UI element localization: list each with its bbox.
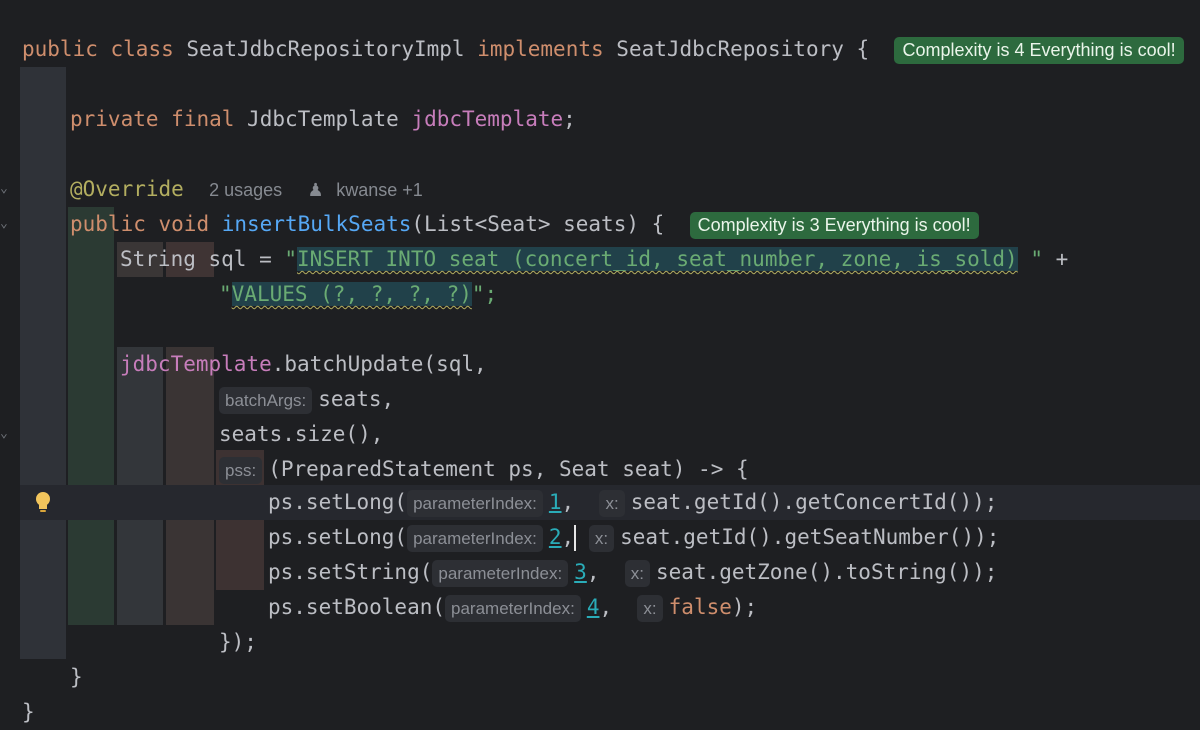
keyword-false: false (668, 595, 732, 619)
interface-name: SeatJdbcRepository (616, 37, 844, 61)
keyword-class: class (110, 37, 174, 61)
code-line-pss[interactable]: pss: (PreparedStatement ps, Seat seat) ->… (219, 417, 749, 484)
code-line-class-declaration[interactable]: public class SeatJdbcRepositoryImpl impl… (22, 0, 1184, 64)
method-close-brace: } (70, 665, 83, 689)
sql-injected-text: VALUES (?, ?, ?, ?) (231, 282, 472, 306)
code-line-sql-2[interactable]: "VALUES (?, ?, ?, ?)"; (219, 242, 497, 306)
class-close-brace: } (22, 700, 35, 724)
keyword-private: private (70, 107, 159, 131)
field-name: jdbcTemplate (411, 107, 564, 131)
code-line-close-lambda[interactable]: }); (219, 590, 257, 654)
code-line-set-2[interactable]: ps.setLong(parameterIndex: 2, x: seat.getI… (268, 485, 999, 552)
plus-operator: + (1042, 247, 1069, 271)
parameter-index: 4 (586, 595, 600, 619)
string-quote-close: "; (471, 282, 498, 306)
code-line-annotation[interactable]: @Override 2 usages ♟ kwanse +1 (70, 137, 423, 201)
code-line-sql-1[interactable]: String sql = "INSERT INTO seat (concert_… (120, 207, 1068, 271)
brace-open: { (856, 37, 870, 61)
parameter-hint: parameterIndex: (445, 594, 581, 622)
keyword-implements: implements (477, 37, 604, 61)
code-line-batch-update[interactable]: jdbcTemplate.batchUpdate(sql, (120, 312, 487, 376)
code-line-close-class[interactable]: } (22, 660, 35, 724)
code-line-batch-args[interactable]: batchArgs: seats, (219, 347, 394, 414)
code-line-field[interactable]: private final JdbcTemplate jdbcTemplate; (70, 67, 576, 131)
comma: , (599, 595, 613, 619)
string-quote: " (219, 282, 232, 306)
indent-guide-method (68, 207, 114, 625)
lightbulb-icon[interactable] (34, 491, 52, 515)
parameter-hint: pss: (219, 456, 263, 484)
code-line-close-method[interactable]: } (70, 625, 83, 689)
parameter-hint: x: (637, 594, 663, 622)
class-name: SeatJdbcRepositoryImpl (186, 37, 465, 61)
complexity-badge-class[interactable]: Complexity is 4 Everything is cool! (894, 36, 1184, 64)
lambda-close: }); (219, 630, 257, 654)
code-line-method-declaration[interactable]: public void insertBulkSeats(List<Seat> s… (70, 172, 979, 239)
chevron-down-icon[interactable]: ⌄ (0, 217, 14, 231)
code-line-size[interactable]: seats.size(), (219, 382, 383, 446)
semicolon: ; (563, 107, 576, 131)
code-line-set-1[interactable]: ps.setLong(parameterIndex: 1, x: seat.getI… (268, 450, 997, 517)
field-type: JdbcTemplate (247, 107, 399, 131)
string-quote-close: " (1017, 247, 1043, 271)
indent-guide-class (20, 67, 66, 659)
code-line-set-4[interactable]: ps.setBoolean(parameterIndex: 4, x: false)… (268, 555, 757, 622)
keyword-public: public (22, 37, 98, 61)
chevron-down-icon[interactable]: ⌄ (0, 182, 14, 196)
setter-value: ); (731, 595, 758, 619)
chevron-down-icon[interactable]: ⌄ (0, 427, 14, 441)
code-line-set-3[interactable]: ps.setString(parameterIndex: 3, x: seat.ge… (268, 520, 997, 587)
setter-call: ps.setBoolean( (268, 595, 446, 619)
editor-gutter (0, 0, 20, 693)
keyword-final: final (171, 107, 235, 131)
